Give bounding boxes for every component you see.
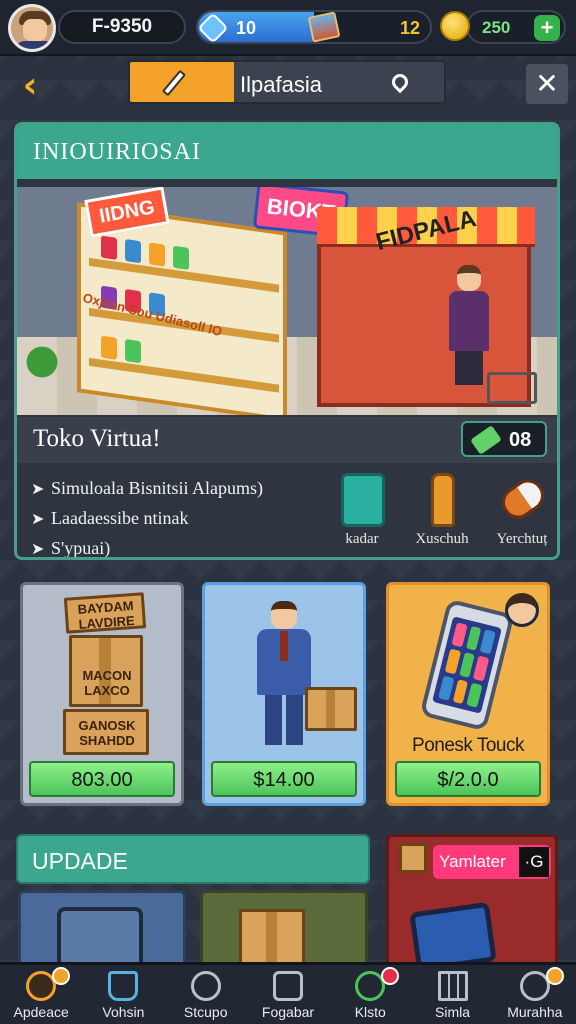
supply-xuschuh[interactable]: Xuschuh [407,471,477,551]
cup-icon [108,971,139,1001]
box-icon [399,843,427,873]
ticket-icon [470,425,502,455]
nav-item-klsto[interactable]: Klsto [329,965,411,1024]
clock-icon [190,971,221,1001]
back-button[interactable]: ‹ [8,66,52,106]
nav-item-stcupo[interactable]: Stcupo [165,965,247,1024]
toolbox-icon [57,907,143,967]
price-button[interactable]: $14.00 [211,761,357,797]
tablet-icon [409,901,497,967]
nav-item-apdeace[interactable]: Apdeace [0,965,82,1024]
product-card-phone[interactable]: Ponesk Touck $/2.0.0 [386,582,550,806]
product-card-manager[interactable]: $14.00 [202,582,366,806]
feature-item: ➤ S'ypuai) [31,538,111,558]
box-icon: BAYDAM LAVDIRE [63,592,147,634]
grid-icon [437,971,468,1001]
pill-icon [495,473,551,525]
store-illustration[interactable]: Oxjean Sou Udiasoll lO IIDNG BIOKT FIDPA… [17,187,557,415]
bag-icon [272,971,303,1001]
box-icon [239,909,305,967]
box-icon [305,687,357,731]
arrow-icon: ➤ [31,509,45,528]
notification-badge [52,967,71,985]
level-number: 10 [236,18,257,38]
close-button[interactable]: ✕ [526,64,568,104]
location-bar[interactable]: Ilpafasia [128,60,446,104]
ticket-badge[interactable]: 08 [461,421,547,457]
level-progress-bar: 10 12 [196,10,432,44]
store-card: INIOUIRIOSAI Oxjean Sou Udiasoll lO IIDN… [14,122,560,560]
feature-item: ➤ Simuloala Bisnitsii Alapums) [31,478,264,498]
store-title-row: Toko Virtua! 08 [17,417,557,463]
location-name: Ilpafasia [240,72,322,97]
top-hud: F-9350 10 12 250 + [0,0,576,56]
supply-list: kadar Xuschuh Yerchtuț [327,471,557,551]
money-counter: F-9350 [58,10,186,44]
product-name: Ponesk Touck [412,735,524,756]
box-icon: GANOSK SHAHDD [63,709,149,755]
update-header: UPDADE [16,834,370,884]
bottle-icon [431,473,455,527]
price-button[interactable]: 803.00 [29,761,175,797]
promo-card[interactable]: Yamlater ·G [386,834,558,970]
location-pin-icon [388,70,412,94]
promo-tag: ·G [519,847,549,877]
box-icon [341,473,385,527]
gems-counter: 250 + [466,10,566,44]
supply-kadar[interactable]: kadar [327,471,397,551]
product-card-boxes[interactable]: BAYDAM LAVDIRE MACON LAXCO GANOSK SHAHDD… [20,582,184,806]
nav-item-simla[interactable]: Simla [411,965,493,1024]
cart-icon [487,372,537,404]
shopkeeper-character [447,265,491,385]
price-button[interactable]: $/2.0.0 [395,761,541,797]
feature-item: ➤ Laadaessibe ntinak [31,508,189,528]
avatar-icon [505,593,539,627]
update-card[interactable] [200,890,368,970]
arrow-icon: ➤ [31,539,45,558]
next-level-number: 12 [399,18,420,38]
coin-icon [440,11,470,41]
add-gems-button[interactable]: + [534,15,560,41]
phone-icon [419,598,515,732]
cash-icon [307,12,341,42]
supply-yerchtut[interactable]: Yerchtuț [487,471,557,551]
update-card[interactable] [18,890,186,970]
store-title: Toko Virtua! [33,425,161,452]
nav-item-murahha[interactable]: Murahha [494,965,576,1024]
arrow-icon: ➤ [31,479,45,498]
ticket-count: 08 [509,429,532,451]
box-icon: MACON LAXCO [69,635,143,707]
plant-icon [25,337,59,387]
gems-value: 250 [482,18,511,37]
bottom-nav: Apdeace Vohsin Stcupo Fogabar Klsto Siml… [0,962,576,1024]
player-avatar[interactable] [8,4,56,52]
feature-list: ➤ Simuloala Bisnitsii Alapums) ➤ Laadaessi… [31,473,331,558]
notification-badge [545,967,564,985]
nav-item-vohsin[interactable]: Vohsin [82,965,164,1024]
store-card-header: INIOUIRIOSAI [17,125,557,179]
nav-item-fogabar[interactable]: Fogabar [247,965,329,1024]
notification-badge [381,967,400,985]
